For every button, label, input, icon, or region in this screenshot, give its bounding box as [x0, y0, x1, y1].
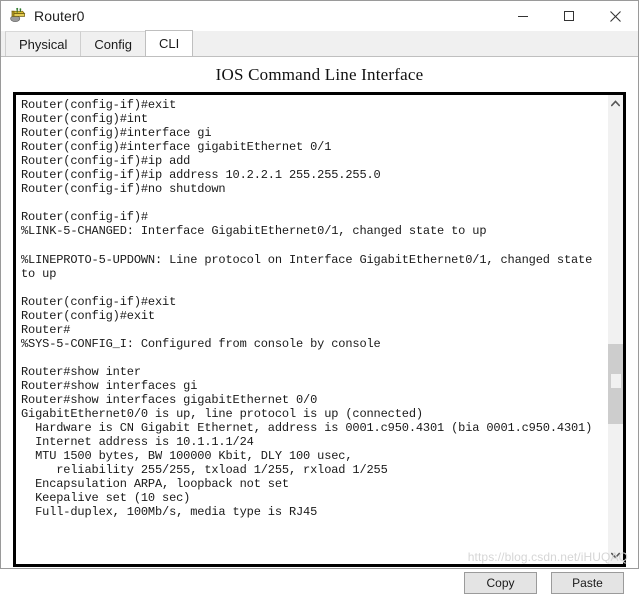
scrollbar-track[interactable]: [608, 112, 623, 547]
maximize-button[interactable]: [546, 1, 592, 31]
close-button[interactable]: [592, 1, 638, 31]
title-bar: Router0: [1, 1, 638, 31]
action-bar: Copy Paste: [1, 570, 638, 596]
router-icon: [9, 7, 27, 25]
minimize-icon: [518, 16, 528, 17]
scrollbar-thumb[interactable]: [608, 344, 623, 424]
tab-cli[interactable]: CLI: [145, 30, 194, 56]
router-cli-window: Router0 Physical Config CLI IOS Command …: [0, 0, 639, 594]
tab-config[interactable]: Config: [80, 31, 146, 56]
panel-heading: IOS Command Line Interface: [215, 65, 424, 84]
paste-button[interactable]: Paste: [551, 572, 624, 594]
watermark: https://blog.csdn.net/iHUQAQ: [467, 550, 628, 564]
terminal-scrollbar[interactable]: [607, 95, 623, 564]
maximize-icon: [564, 11, 574, 21]
chevron-up-icon: [611, 100, 620, 107]
terminal-container: Router(config-if)#exit Router(config)#in…: [13, 92, 626, 567]
window-title: Router0: [34, 8, 85, 24]
window-controls: [500, 1, 638, 31]
scroll-up-button[interactable]: [608, 95, 623, 112]
cli-panel: IOS Command Line Interface Router(config…: [1, 57, 638, 594]
tab-strip: Physical Config CLI: [1, 30, 638, 57]
tab-physical[interactable]: Physical: [5, 31, 82, 56]
close-icon: [609, 10, 621, 22]
minimize-button[interactable]: [500, 1, 546, 31]
terminal-output[interactable]: Router(config-if)#exit Router(config)#in…: [16, 95, 607, 564]
copy-button[interactable]: Copy: [464, 572, 537, 594]
